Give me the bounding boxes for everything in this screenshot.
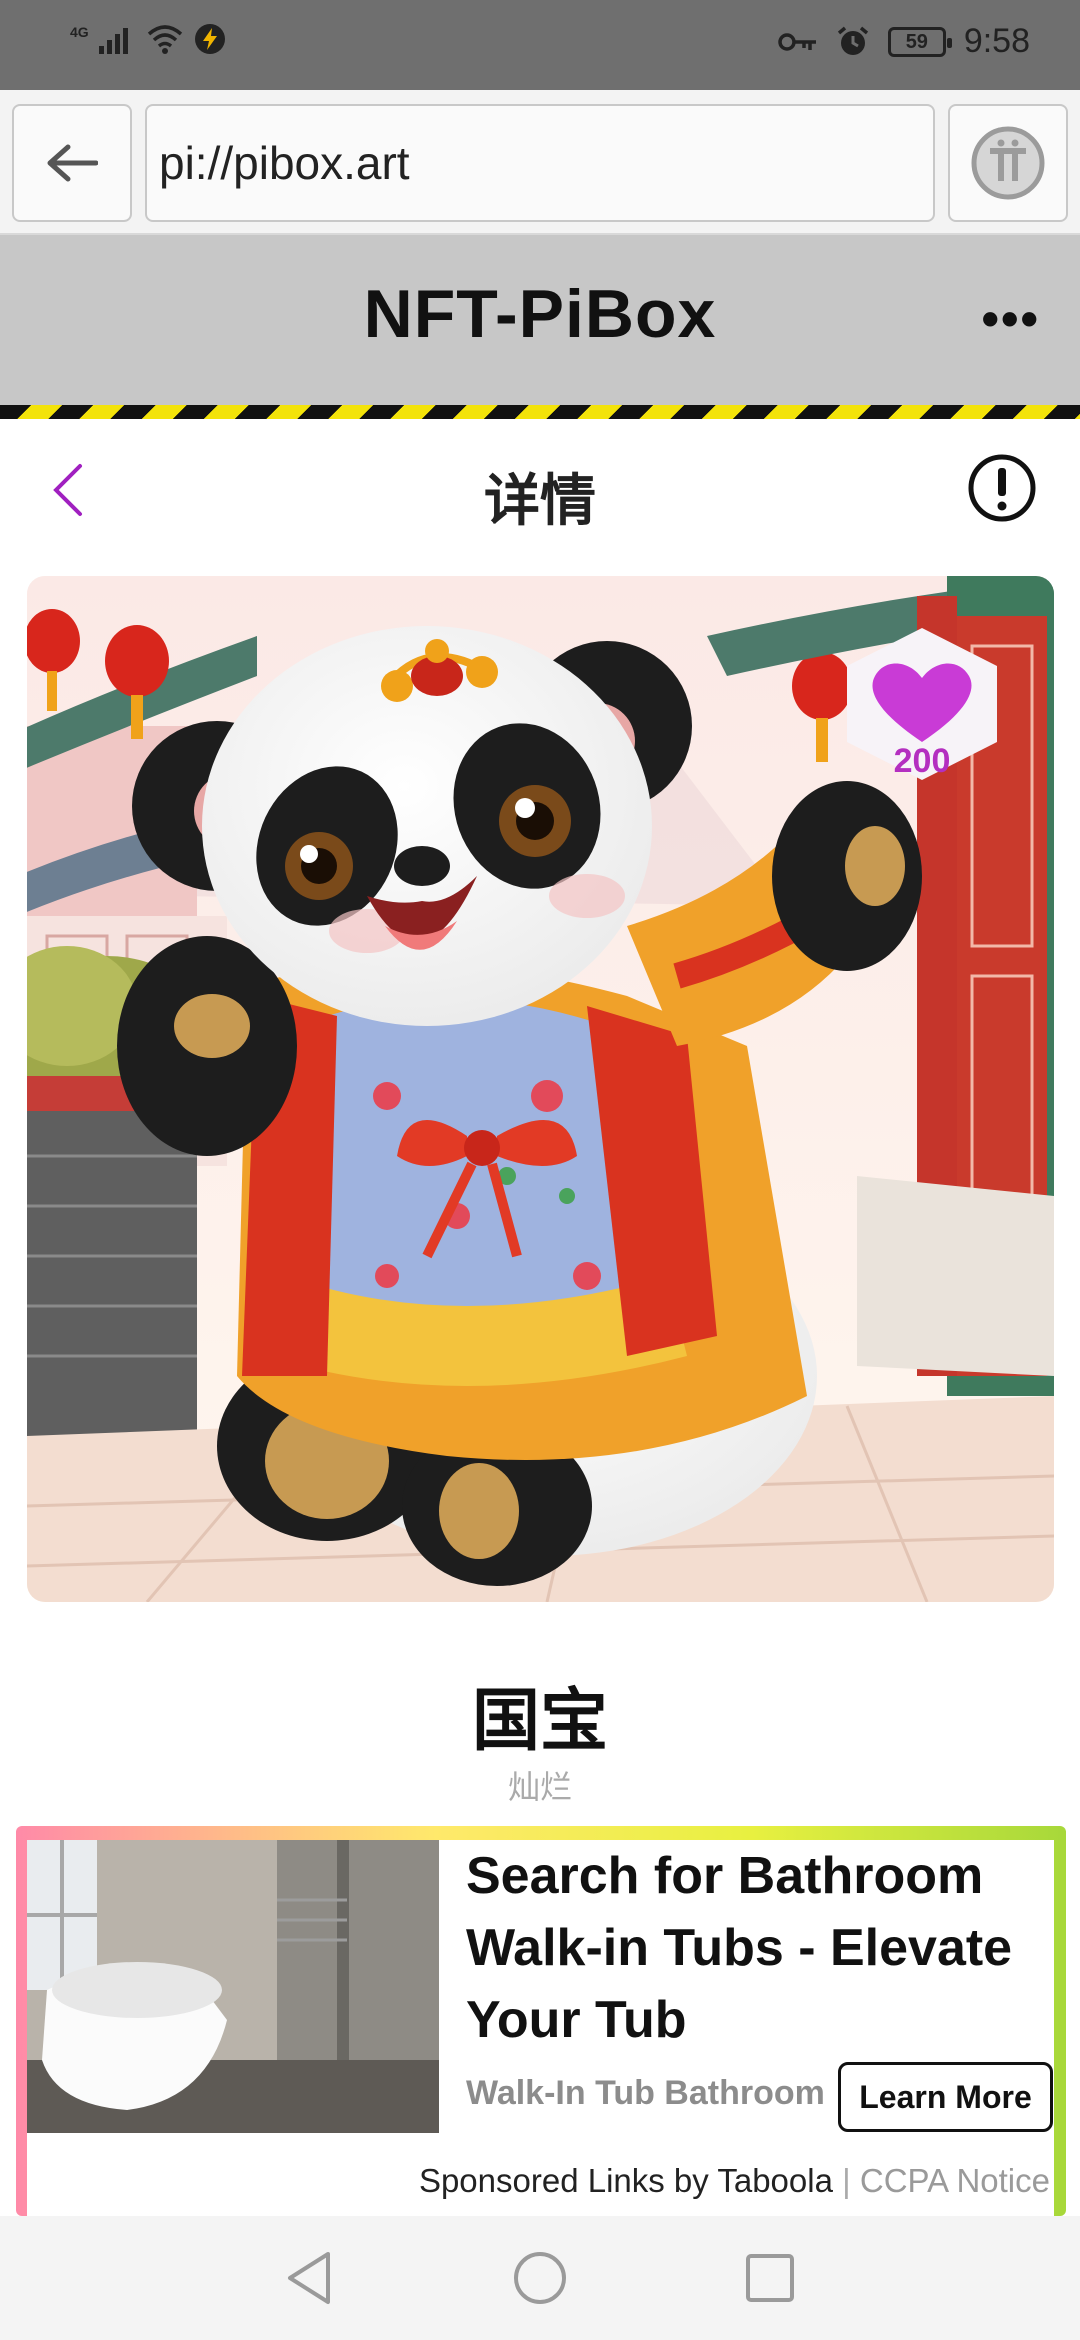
key-icon [778,32,816,51]
status-left: 4G [70,22,227,56]
hazard-stripe [0,405,1080,419]
browser-bar: pi://pibox.art [0,90,1080,235]
ad-source: Walk-In Tub Bathroom [466,2074,825,2112]
status-right: 59 9:58 [778,22,1030,61]
nav-home-icon[interactable] [508,2246,572,2310]
nav-back-icon[interactable] [278,2246,342,2310]
app-header: NFT-PiBox ••• [0,235,1080,405]
arrow-left-icon [47,144,98,182]
more-options-button[interactable]: ••• [981,290,1040,348]
ad-image[interactable] [27,1840,439,2133]
bathtub-photo [27,1840,439,2133]
system-nav-bar [0,2216,1080,2340]
footer-separator: | [842,2162,851,2199]
network-type: 4G [70,24,89,40]
ad-headline[interactable]: Search for Bathroom Walk-in Tubs - Eleva… [466,1840,1056,2056]
battery-icon: 59 [887,26,952,57]
wifi-icon [147,25,182,54]
page-title: 详情 [484,469,596,532]
alarm-icon [837,26,868,55]
learn-more-button[interactable]: Learn More [838,2062,1053,2132]
report-info-icon[interactable] [966,452,1038,524]
nft-rarity: 灿烂 [507,1769,572,1805]
browser-back-button[interactable] [12,104,132,222]
sponsored-links-label[interactable]: Sponsored Links by Taboola [419,2162,833,2199]
detail-header: 详情 [0,420,1080,560]
ccpa-notice-link[interactable]: CCPA Notice [860,2162,1050,2199]
status-bar: 4G 59 9:58 [0,0,1080,90]
charging-app-icon [194,24,225,54]
battery-level: 59 [905,30,928,53]
signal-icon [98,28,128,54]
pi-wallet-button[interactable] [948,104,1068,222]
url-field[interactable]: pi://pibox.art [145,104,935,222]
app-title: NFT-PiBox [363,276,717,352]
clock: 9:58 [963,22,1030,60]
nft-name: 国宝 [471,1683,608,1759]
nav-recents-icon[interactable] [738,2246,802,2310]
ad-footer: Sponsored Links by Taboola | CCPA Notice [419,2162,1050,2200]
pi-logo-icon [971,126,1045,200]
like-count: 200 [893,742,951,780]
